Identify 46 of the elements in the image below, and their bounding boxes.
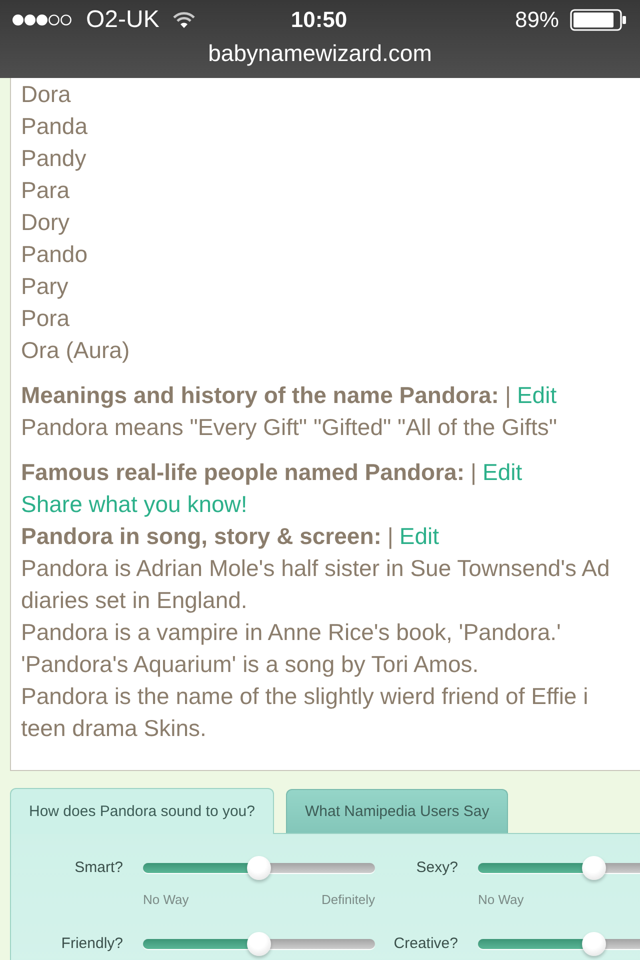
slider-thumb[interactable]: [247, 932, 271, 956]
nickname: Pary: [21, 272, 68, 301]
battery-icon: [570, 9, 626, 31]
separator: |: [470, 458, 476, 487]
nickname: Dory: [21, 208, 70, 237]
edit-link[interactable]: Edit: [482, 456, 522, 488]
section-heading: Famous real-life people named Pandora:: [21, 458, 464, 487]
nickname: Panda: [21, 112, 88, 141]
nickname: Para: [21, 176, 70, 205]
slider-track[interactable]: [143, 939, 375, 949]
battery-percentage: 89%: [514, 7, 559, 33]
wifi-icon: [173, 12, 196, 28]
section-heading: Meanings and history of the name Pandora:: [21, 381, 499, 410]
nickname: Pandy: [21, 144, 86, 173]
nickname: Ora (Aura): [21, 336, 130, 365]
nickname: Dora: [21, 80, 71, 109]
tab[interactable]: What Namipedia Users Say: [286, 789, 508, 833]
scale-min-label: No Way: [478, 891, 524, 909]
paragraph: Pandora is a vampire in Anne Rice's book, 'Pandora.': [21, 618, 561, 647]
share-link[interactable]: Share what you know!: [21, 488, 248, 520]
paragraph: 'Pandora's Aquarium' is a song by Tori Amos.: [21, 650, 479, 679]
paragraph: Pandora is Adrian Mole's half sister in Sue Townsend's Ad diaries set in England.: [21, 554, 610, 615]
section-heading: Pandora in song, story & screen:: [21, 522, 382, 551]
signal-icon: [12, 14, 72, 26]
nickname: Pando: [21, 240, 88, 269]
edit-link[interactable]: Edit: [516, 379, 557, 411]
separator: |: [504, 381, 511, 410]
slider-thumb[interactable]: [582, 932, 606, 956]
url-address[interactable]: babynamewizard.com: [208, 40, 432, 66]
slider-label: Friendly?: [60, 934, 123, 954]
clock-time: 10:50: [290, 7, 348, 33]
slider-thumb[interactable]: [582, 856, 606, 880]
scale-max-label: Definitely: [322, 891, 375, 909]
slider-label: Sexy?: [415, 858, 458, 878]
separator: |: [387, 522, 394, 551]
slider-label: Smart?: [74, 858, 123, 878]
slider-label: Creative?: [392, 934, 458, 954]
carrier-name: O2-UK: [86, 7, 160, 33]
paragraph: Pandora means "Every Gift" "Gifted" "All of the Gifts": [21, 413, 558, 442]
scale-min-label: No Way: [143, 891, 189, 909]
tab[interactable]: How does Pandora sound to you?: [10, 788, 274, 834]
edit-link[interactable]: Edit: [399, 520, 440, 552]
slider-thumb[interactable]: [247, 856, 271, 880]
nickname: Pora: [21, 304, 70, 333]
paragraph: Pandora is the name of the slightly wierd friend of Effie i teen drama Skins.: [21, 682, 588, 743]
slider-track[interactable]: [143, 863, 375, 873]
